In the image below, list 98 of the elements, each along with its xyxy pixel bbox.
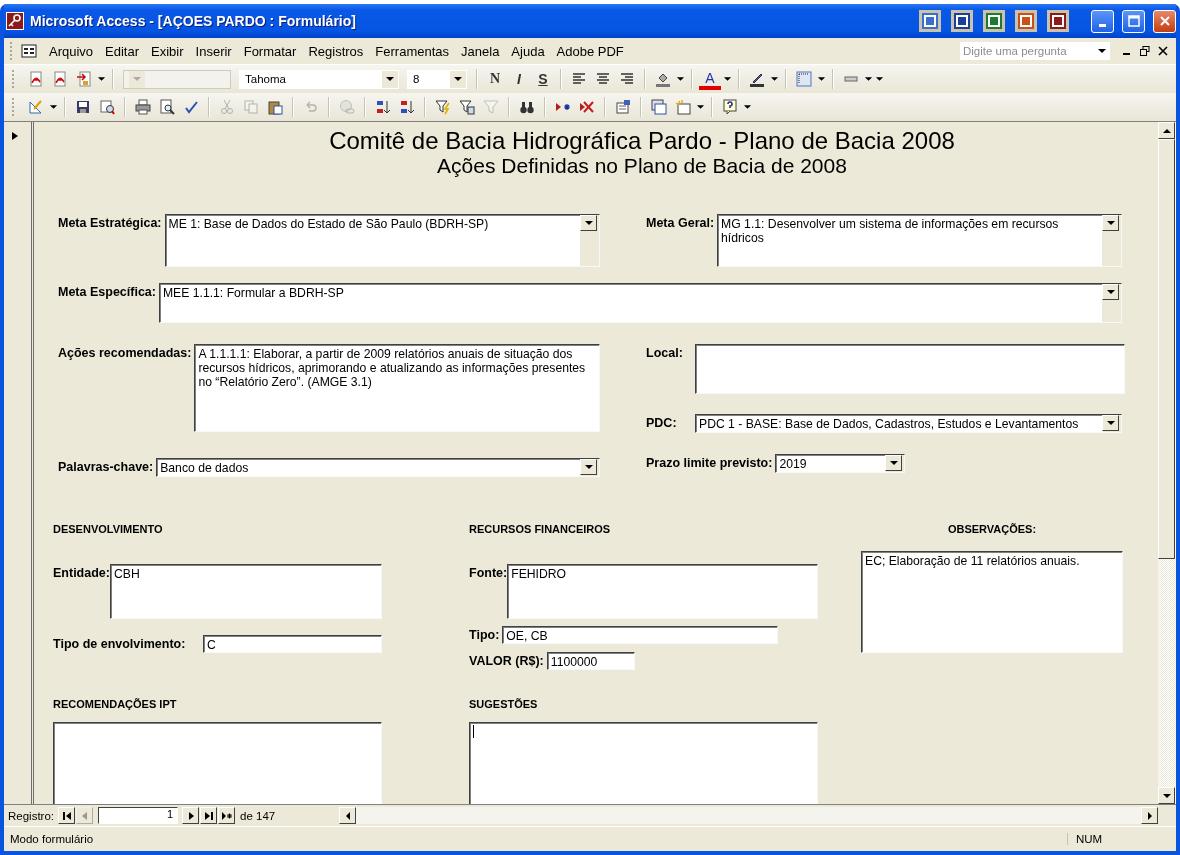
access-key-icon <box>6 12 24 30</box>
dropdown-button[interactable] <box>1102 215 1119 231</box>
dropdown-button[interactable] <box>580 215 597 231</box>
field-label: VALOR (R$): <box>469 653 544 668</box>
current-record-icon <box>12 132 18 140</box>
form-title: Comitê de Bacia Hidrográfica Pardo - Plano de Bacia 2008 <box>328 128 956 154</box>
menu-item[interactable]: Exibir <box>145 41 190 61</box>
caret-down-icon <box>453 74 463 84</box>
close-icon <box>1158 15 1171 27</box>
form-subtitle: Ações Definidas no Plano de Bacia de 2008 <box>436 154 848 178</box>
field-label: Tipo: <box>469 627 500 642</box>
caret-down-icon <box>1105 418 1116 428</box>
field-label: Meta Específica: <box>58 284 156 299</box>
section-heading: RECOMENDAÇÕES IPT <box>53 697 177 711</box>
caret-down-icon <box>385 74 395 84</box>
field-label: Fonte: <box>469 565 508 580</box>
caret-down-icon <box>132 74 142 84</box>
dropdown-button[interactable] <box>1102 284 1119 300</box>
field-label: PDC: <box>646 415 678 430</box>
minimize-button[interactable] <box>1091 9 1114 33</box>
field-label: Palavras-chave: <box>58 459 154 474</box>
scroll-left-button[interactable] <box>339 807 357 824</box>
bold-button[interactable]: N <box>484 68 506 90</box>
dropdown-button[interactable] <box>1102 415 1119 431</box>
last-record-icon[interactable] <box>200 807 218 824</box>
scrollbar-thumb[interactable] <box>1158 139 1175 559</box>
memo-field[interactable]: EC; Elaboração de 11 relatórios anuais. <box>861 551 1123 653</box>
form-icon[interactable] <box>21 43 37 59</box>
text-field[interactable]: OE, CB <box>502 626 779 644</box>
section-heading: DESENVOLVIMENTO <box>53 522 163 536</box>
text-field[interactable]: FEHIDRO <box>507 564 818 619</box>
dropdown-field[interactable]: Banco de dados <box>156 458 600 477</box>
caret-down-icon <box>1105 287 1116 297</box>
dropdown-button[interactable] <box>580 459 597 475</box>
section-heading: RECURSOS FINANCEIROS <box>469 522 611 536</box>
help-search-field[interactable]: Digite uma pergunta <box>960 42 1110 60</box>
dropdown-button[interactable] <box>885 455 903 471</box>
field-label: Local: <box>646 345 684 360</box>
field-label: Meta Estratégica: <box>58 215 162 230</box>
memo-field[interactable]: A 1.1.1.1: Elaborar, a partir de 2009 relatórios anuais de situação dos recursos hídricos, aprimorando e atualizando as informações presentes no “Relatório Zero”. (AMGE 3.1) <box>194 344 600 432</box>
next-record-icon[interactable] <box>182 807 200 824</box>
dropdown-field[interactable]: MEE 1.1.1: Formular a BDRH-SP <box>158 283 1122 323</box>
font-size-dropdown[interactable]: 8 <box>407 69 467 89</box>
menu-item[interactable]: Ferramentas <box>369 41 456 61</box>
dropdown-field[interactable]: PDC 1 - BASE: Base de Dados, Cadastros, Estudos e Levantamentos <box>695 414 1122 433</box>
num-lock-indicator: NUM <box>1067 833 1156 845</box>
menu-item[interactable]: Formatar <box>237 41 303 61</box>
record-label: Registro: <box>7 809 56 822</box>
underline-button[interactable]: S <box>532 68 554 90</box>
italic-button[interactable]: I <box>508 68 530 90</box>
vertical-scrollbar[interactable] <box>1158 122 1176 804</box>
restore-icon[interactable] <box>1140 46 1150 56</box>
scroll-down-button[interactable] <box>1158 787 1175 804</box>
caret-down-icon <box>583 462 594 472</box>
first-record-icon[interactable] <box>58 807 76 824</box>
new-record-icon[interactable] <box>218 807 236 824</box>
close-button[interactable] <box>1153 9 1176 33</box>
print-icon[interactable] <box>132 96 154 118</box>
text-field[interactable]: CBH <box>109 564 382 619</box>
font-dropdown[interactable]: Tahoma <box>239 69 399 89</box>
close-icon[interactable] <box>1158 46 1168 56</box>
maximize-button[interactable] <box>1122 9 1145 33</box>
scroll-up-button[interactable] <box>1158 122 1175 139</box>
menu-item[interactable]: Janela <box>455 41 506 61</box>
maximize-icon <box>1127 15 1140 27</box>
caret-down-icon <box>1105 218 1116 228</box>
text-field[interactable]: 1100000 <box>546 652 635 670</box>
scroll-right-button[interactable] <box>1141 807 1158 824</box>
memo-field[interactable] <box>469 722 818 804</box>
section-heading: OBSERVAÇÕES: <box>947 522 1037 536</box>
menu-item[interactable]: Registros <box>302 41 370 61</box>
minimize-icon <box>1099 23 1106 27</box>
field-label: Tipo de envolvimento: <box>53 636 187 651</box>
record-number-field[interactable]: 1 <box>98 807 179 824</box>
caret-down-icon <box>583 218 594 228</box>
dropdown-field[interactable]: 2019 <box>775 454 906 473</box>
field-label: Prazo limite previsto: <box>646 455 773 470</box>
menu-item[interactable]: Adobe PDF <box>550 41 630 61</box>
caret-down-icon <box>1097 46 1107 56</box>
menu-item[interactable]: Arquivo <box>43 41 100 61</box>
menu-item[interactable]: Ajuda <box>505 41 551 61</box>
caret-down-icon <box>888 458 899 468</box>
database-window-icon[interactable] <box>648 96 670 118</box>
dropdown-field[interactable]: ME 1: Base de Dados do Estado de São Paulo (BDRH-SP) <box>164 214 600 267</box>
field-label: Meta Geral: <box>646 215 715 230</box>
memo-field[interactable] <box>53 722 382 804</box>
field-label: Entidade: <box>53 565 110 580</box>
text-field[interactable]: C <box>203 635 382 653</box>
horizontal-scrollbar[interactable] <box>339 807 1158 824</box>
menu-item[interactable]: Inserir <box>189 41 238 61</box>
section-heading: SUGESTÕES <box>469 697 538 711</box>
window-title: Microsoft Access - [AÇOES PARDO : Formulário] <box>30 13 357 29</box>
record-count: de 147 <box>239 809 277 822</box>
field-label: Ações recomendadas: <box>58 345 192 360</box>
menu-item[interactable]: Editar <box>99 41 146 61</box>
status-text: Modo formulário <box>9 833 95 845</box>
dropdown-field[interactable]: MG 1.1: Desenvolver um sistema de informações em recursos hídricos <box>717 214 1122 267</box>
text-field[interactable] <box>695 344 1125 394</box>
